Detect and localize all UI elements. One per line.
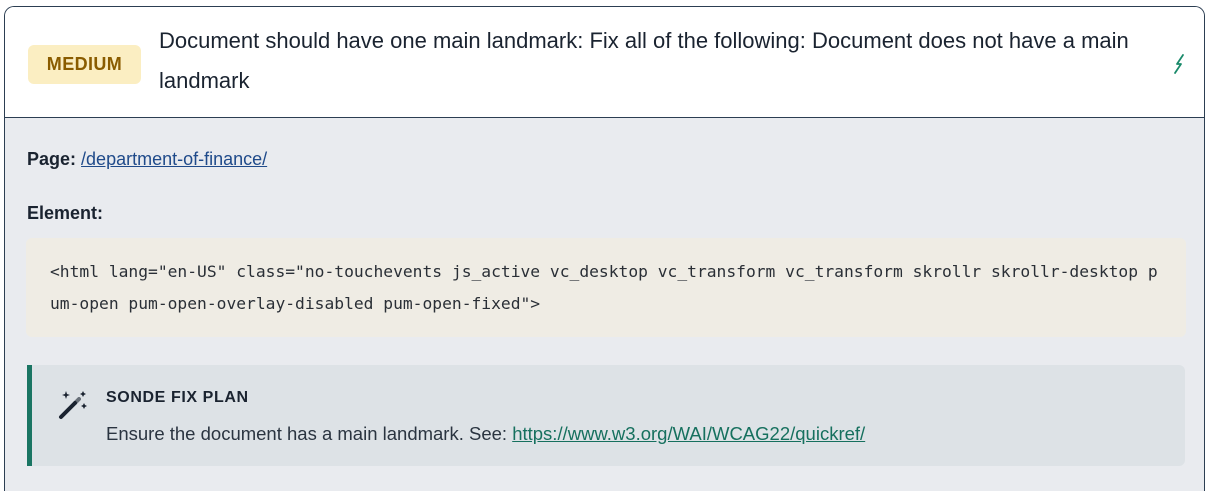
element-code: <html lang="en-US" class="no-touchevents… xyxy=(26,238,1186,337)
issue-title: Document should have one main landmark: … xyxy=(159,28,1129,93)
page-label: Page: xyxy=(27,149,77,169)
fix-plan-text: Ensure the document has a main landmark.… xyxy=(106,423,865,445)
fix-plan-description: Ensure the document has a main landmark.… xyxy=(106,423,513,444)
lightning-icon[interactable] xyxy=(1171,53,1189,75)
fix-plan-title: SONDE FIX PLAN xyxy=(106,389,249,406)
magic-wand-icon xyxy=(59,391,87,419)
element-row: Element: xyxy=(27,203,103,224)
page-link[interactable]: /department-of-finance/ xyxy=(81,149,267,169)
element-label: Element: xyxy=(27,203,104,223)
severity-badge: MEDIUM xyxy=(28,45,141,84)
fix-plan: SONDE FIX PLAN Ensure the document has a… xyxy=(27,365,1185,466)
fix-plan-link[interactable]: https://www.w3.org/WAI/WCAG22/quickref/ xyxy=(512,423,865,444)
page-row: Page: /department-of-finance/ xyxy=(27,149,267,170)
issue-card: MEDIUM Document should have one main lan… xyxy=(4,6,1205,491)
issue-header[interactable]: MEDIUM Document should have one main lan… xyxy=(5,7,1204,118)
